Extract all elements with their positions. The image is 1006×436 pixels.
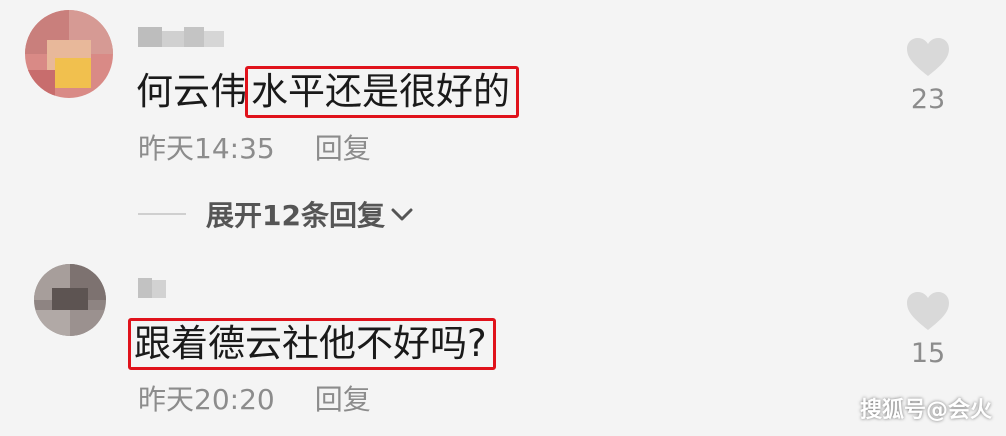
- heart-icon: [907, 292, 949, 330]
- comment-text-plain: 何云伟: [136, 70, 247, 113]
- like-button[interactable]: 15: [898, 290, 958, 369]
- heart-icon: [907, 38, 949, 76]
- timestamp: 昨天14:35: [138, 132, 275, 165]
- comment-meta: 昨天20:20 回复: [138, 378, 371, 418]
- reply-button[interactable]: 回复: [315, 127, 371, 167]
- watermark: 搜狐号@会火: [859, 398, 992, 423]
- like-count: 15: [910, 338, 946, 369]
- username-blurred[interactable]: [138, 27, 224, 47]
- highlighted-text: 跟着德云社他不好吗?: [128, 318, 496, 370]
- expand-replies-button[interactable]: 展开12条回复: [138, 194, 413, 234]
- chevron-down-icon: [391, 208, 413, 221]
- comment-meta: 昨天14:35 回复: [138, 127, 371, 167]
- username-blurred[interactable]: [138, 278, 166, 298]
- like-count: 23: [910, 84, 946, 115]
- avatar[interactable]: [34, 264, 106, 336]
- highlighted-text: 水平还是很好的: [245, 66, 519, 118]
- comment-text: 何云伟 水平还是很好的: [136, 66, 519, 118]
- comment-text: 跟着德云社他不好吗?: [128, 318, 496, 370]
- avatar[interactable]: [25, 10, 113, 98]
- expand-replies-label: 展开12条回复: [206, 199, 385, 232]
- divider-line: [138, 213, 186, 215]
- reply-button[interactable]: 回复: [315, 378, 371, 418]
- timestamp: 昨天20:20: [138, 383, 275, 416]
- like-button[interactable]: 23: [898, 36, 958, 115]
